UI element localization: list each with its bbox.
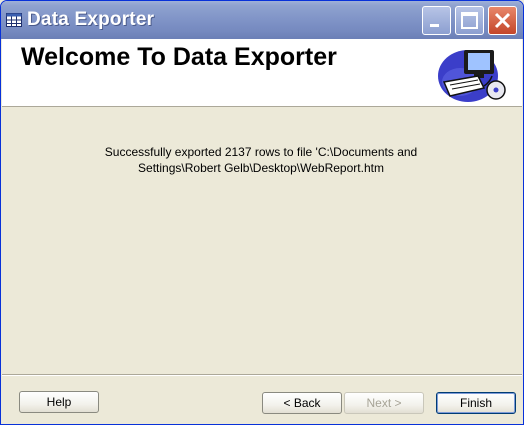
table-grid-icon xyxy=(6,13,22,27)
title-bar[interactable]: Data Exporter xyxy=(1,1,523,39)
finish-button[interactable]: Finish xyxy=(436,392,516,414)
next-button[interactable]: Next > xyxy=(344,392,424,414)
computer-clipart-icon xyxy=(434,42,510,104)
page-title: Welcome To Data Exporter xyxy=(21,43,337,71)
minimize-button[interactable] xyxy=(422,6,451,35)
maximize-button[interactable] xyxy=(455,6,484,35)
export-status-message: Successfully exported 2137 rows to file … xyxy=(21,144,501,176)
close-icon xyxy=(494,12,511,29)
help-button[interactable]: Help xyxy=(19,391,99,413)
data-exporter-window: Data Exporter Welcome To Data Exporter S… xyxy=(0,0,524,425)
message-line-2: Settings\Robert Gelb\Desktop\WebReport.h… xyxy=(138,161,384,175)
close-button[interactable] xyxy=(488,6,517,35)
window-title: Data Exporter xyxy=(27,9,155,30)
footer-divider-highlight xyxy=(2,375,522,376)
header-panel: Welcome To Data Exporter xyxy=(2,39,522,107)
minimize-icon xyxy=(430,24,439,27)
back-button[interactable]: < Back xyxy=(262,392,342,414)
maximize-icon xyxy=(461,12,478,29)
message-line-1: Successfully exported 2137 rows to file … xyxy=(104,145,418,159)
